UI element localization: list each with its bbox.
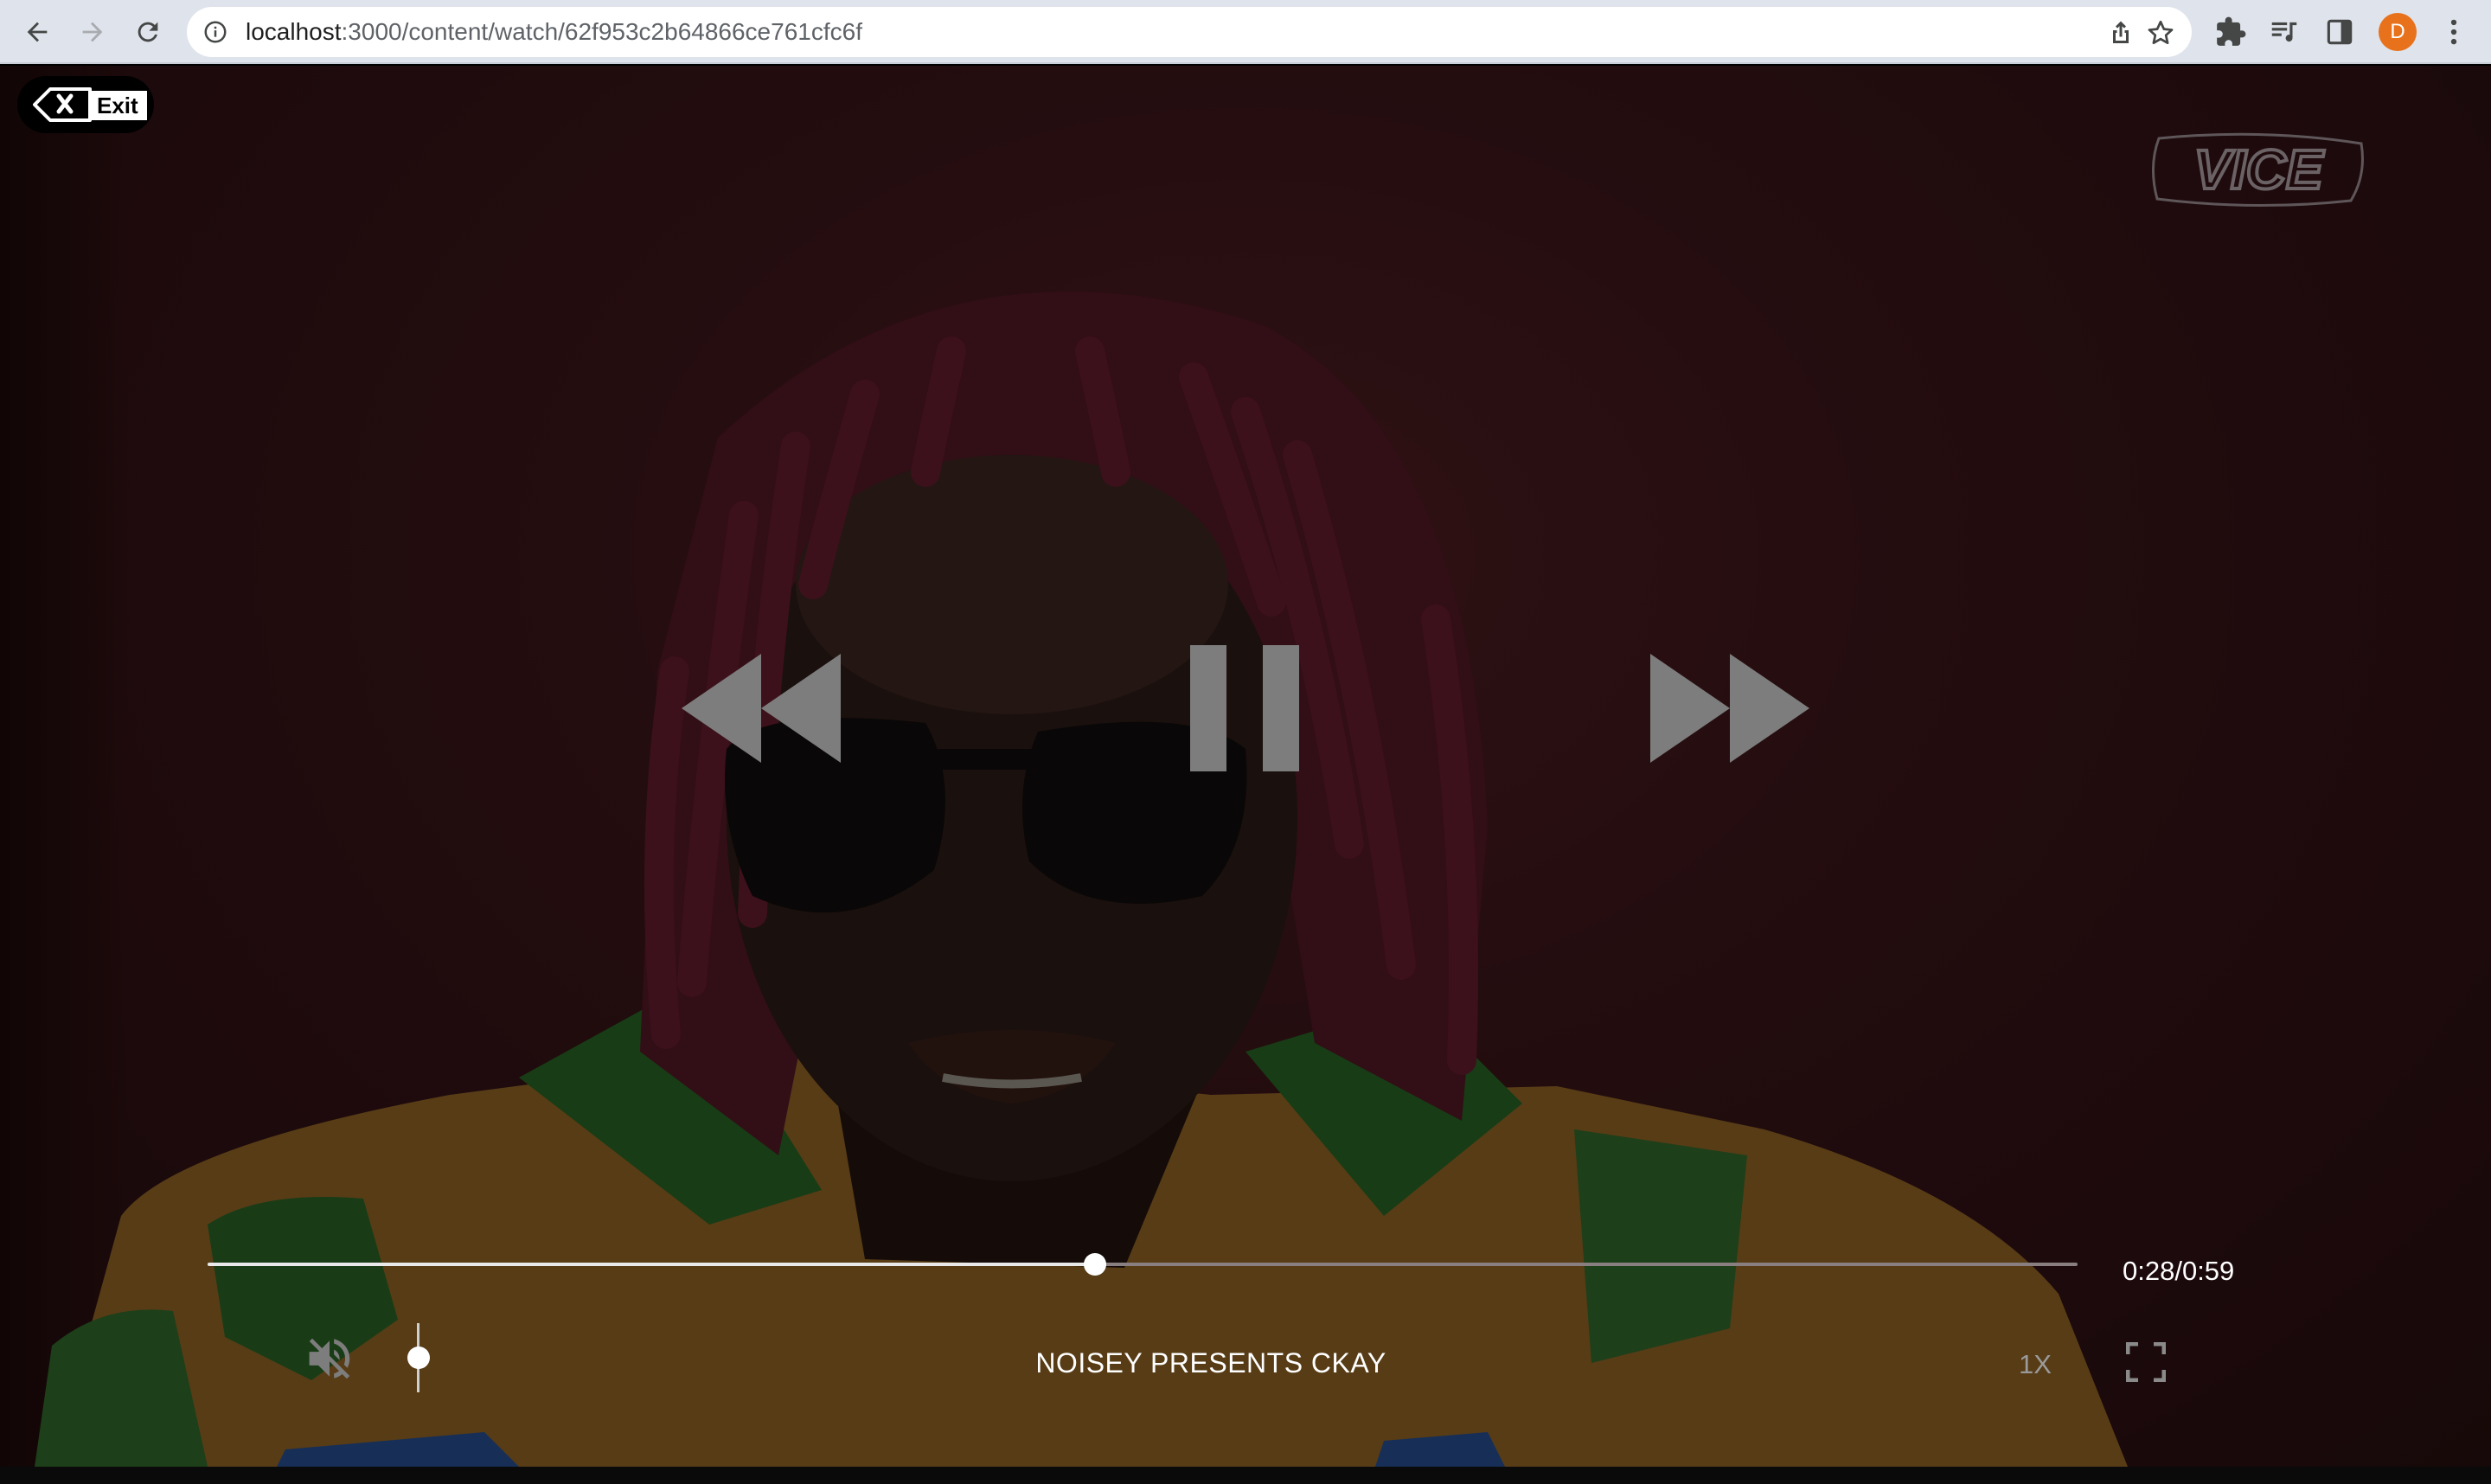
kebab-menu-icon[interactable] (2437, 16, 2470, 48)
rewind-button[interactable] (682, 654, 841, 763)
time-readout: 0:28/0:59 (2123, 1256, 2235, 1286)
playback-speed-button[interactable]: 1X (2019, 1349, 2052, 1380)
side-panel-icon[interactable] (2323, 16, 2356, 48)
pause-button[interactable] (1190, 645, 1299, 771)
arrow-left-icon (27, 22, 48, 42)
browser-toolbar: localhost:3000/content/watch/62f953c2b64… (0, 0, 2491, 64)
star-icon[interactable] (2145, 17, 2176, 48)
arrow-right-icon (82, 22, 103, 42)
media-queue-icon[interactable] (2268, 16, 2301, 48)
share-icon[interactable] (2105, 17, 2136, 48)
url-path: :3000/content/watch/62f953c2b64866ce761c… (341, 18, 862, 45)
fast-forward-button[interactable] (1650, 654, 1809, 763)
channel-logo-text: VICE (2193, 138, 2325, 201)
pause-icon (1190, 645, 1299, 771)
profile-avatar[interactable]: D (2379, 13, 2417, 51)
url-text: localhost:3000/content/watch/62f953c2b64… (246, 17, 862, 47)
reload-icon (138, 22, 158, 42)
exit-label: Exit (88, 91, 147, 120)
seek-bar[interactable] (208, 1253, 2078, 1276)
seek-bar-handle[interactable] (1084, 1253, 1107, 1276)
video-title: NOISEY PRESENTS CKAY (1035, 1347, 1386, 1378)
volume-slider-handle[interactable] (407, 1346, 430, 1369)
puzzle-icon[interactable] (2214, 16, 2247, 48)
address-bar[interactable]: localhost:3000/content/watch/62f953c2b64… (187, 7, 2192, 57)
channel-logo: VICE (2151, 132, 2364, 208)
fast-forward-icon (1650, 654, 1809, 763)
page-bottom-edge (0, 1467, 2491, 1484)
volume-muted-icon[interactable] (303, 1332, 356, 1385)
forward-button[interactable] (71, 10, 114, 54)
backspace-x-icon (33, 87, 92, 122)
exit-button[interactable]: Exit (17, 76, 154, 133)
fullscreen-icon[interactable] (2126, 1342, 2166, 1382)
reload-button[interactable] (126, 10, 170, 54)
back-button[interactable] (16, 10, 59, 54)
seek-bar-played (208, 1263, 1096, 1266)
rewind-icon (682, 654, 841, 763)
info-icon[interactable] (202, 19, 228, 45)
url-host: localhost (246, 18, 342, 45)
